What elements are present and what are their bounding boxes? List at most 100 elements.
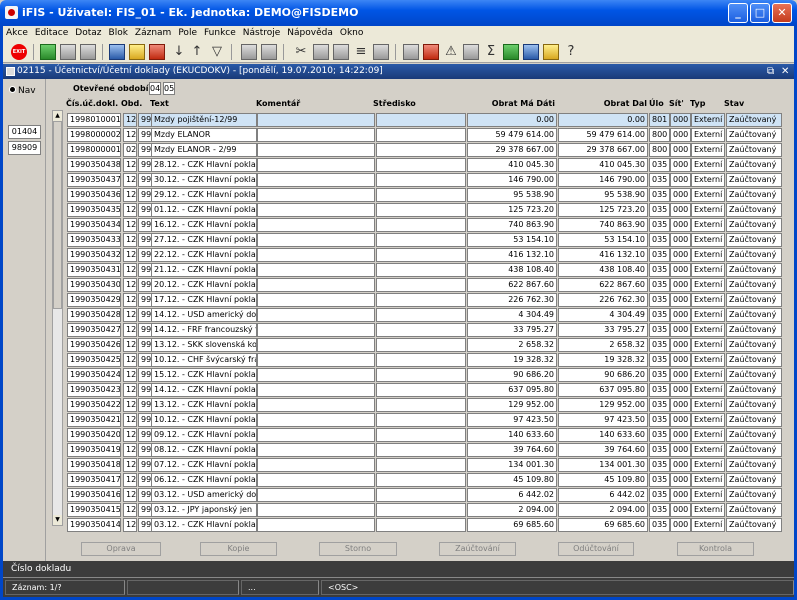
year-cell[interactable]: 99 <box>138 308 152 322</box>
credit-cell[interactable]: 125 723.20 <box>558 203 648 217</box>
year-cell[interactable]: 99 <box>138 128 152 142</box>
debit-cell[interactable]: 134 001.30 <box>467 458 557 472</box>
state-cell[interactable]: Zaúčtovaný <box>726 218 782 232</box>
state-cell[interactable]: Zaúčtovaný <box>726 503 782 517</box>
network-cell[interactable]: 000 <box>670 293 691 307</box>
state-cell[interactable]: Zaúčtovaný <box>726 308 782 322</box>
state-cell[interactable]: Zaúčtovaný <box>726 203 782 217</box>
state-cell[interactable]: Zaúčtovaný <box>726 473 782 487</box>
year-cell[interactable]: 99 <box>138 188 152 202</box>
text-cell[interactable]: 14.12. - CZK Hlavní poklad <box>151 383 257 397</box>
ledger-cell[interactable]: 035 <box>649 188 670 202</box>
table-row[interactable]: 1998000001 02 99 Mzdy ELANOR - 2/99 29 378 6… <box>3 143 794 158</box>
state-cell[interactable]: Zaúčtovaný <box>726 128 782 142</box>
period-cell[interactable]: 12 <box>123 473 137 487</box>
center-cell[interactable] <box>376 308 466 322</box>
center-cell[interactable] <box>376 173 466 187</box>
period-cell[interactable]: 12 <box>123 413 137 427</box>
center-cell[interactable] <box>376 443 466 457</box>
center-cell[interactable] <box>376 368 466 382</box>
state-cell[interactable]: Zaúčtovaný <box>726 248 782 262</box>
menu-funkce[interactable]: Funkce <box>201 26 240 41</box>
year-cell[interactable]: 99 <box>138 458 152 472</box>
debit-cell[interactable]: 140 633.60 <box>467 428 557 442</box>
doc-number-cell[interactable]: 1990350424 <box>67 368 121 382</box>
year-cell[interactable]: 99 <box>138 488 152 502</box>
type-cell[interactable]: Externí <box>691 203 725 217</box>
ledger-cell[interactable]: 035 <box>649 443 670 457</box>
period-cell[interactable]: 12 <box>123 278 137 292</box>
network-cell[interactable]: 000 <box>670 323 691 337</box>
center-cell[interactable] <box>376 458 466 472</box>
state-cell[interactable]: Zaúčtovaný <box>726 458 782 472</box>
text-cell[interactable]: 29.12. - CZK Hlavní poklad <box>151 188 257 202</box>
type-cell[interactable]: Externí <box>691 413 725 427</box>
table-row[interactable]: 1990350428 12 99 14.12. - USD americký dola… <box>3 308 794 323</box>
text-cell[interactable]: Mzdy pojištění-12/99 <box>151 113 257 127</box>
comment-cell[interactable] <box>257 218 375 232</box>
state-cell[interactable]: Zaúčtovaný <box>726 338 782 352</box>
table-row[interactable]: 1990350429 12 99 17.12. - CZK Hlavní poklad… <box>3 293 794 308</box>
menu-pole[interactable]: Pole <box>175 26 201 41</box>
menu-nastroje[interactable]: Nástroje <box>240 26 285 41</box>
ledger-cell[interactable]: 800 <box>649 128 670 142</box>
network-cell[interactable]: 000 <box>670 128 691 142</box>
credit-cell[interactable]: 4 304.49 <box>558 308 648 322</box>
doc-number-cell[interactable]: 1990350435 <box>67 203 121 217</box>
text-cell[interactable]: 06.12. - CZK Hlavní poklad <box>151 473 257 487</box>
menu-blok[interactable]: Blok <box>106 26 132 41</box>
text-cell[interactable]: 27.12. - CZK Hlavní poklad <box>151 233 257 247</box>
year-cell[interactable]: 99 <box>138 278 152 292</box>
state-cell[interactable]: Zaúčtovaný <box>726 143 782 157</box>
table-row[interactable]: 1990350426 12 99 13.12. - SKK slovenská kor… <box>3 338 794 353</box>
credit-cell[interactable]: 129 952.00 <box>558 398 648 412</box>
minimize-button[interactable]: _ <box>728 3 748 23</box>
list-icon[interactable]: ≡ <box>353 44 369 60</box>
period-value-2[interactable]: 05 <box>163 82 175 95</box>
type-cell[interactable]: Externí <box>691 173 725 187</box>
type-cell[interactable]: Externí <box>691 263 725 277</box>
debit-cell[interactable]: 19 328.32 <box>467 353 557 367</box>
kontrola-button[interactable]: Kontrola <box>677 542 754 556</box>
network-cell[interactable]: 000 <box>670 458 691 472</box>
doc-number-cell[interactable]: 1990350419 <box>67 443 121 457</box>
excel-icon[interactable] <box>503 44 519 60</box>
period-cell[interactable]: 12 <box>123 518 137 532</box>
table-row[interactable]: 1990350414 12 99 03.12. - CZK Hlavní poklad… <box>3 518 794 533</box>
doc-number-cell[interactable]: 1998010001 <box>67 113 121 127</box>
debit-cell[interactable]: 416 132.10 <box>467 248 557 262</box>
table-row[interactable]: 1990350432 12 99 22.12. - CZK Hlavní poklad… <box>3 248 794 263</box>
period-cell[interactable]: 12 <box>123 353 137 367</box>
state-cell[interactable]: Zaúčtovaný <box>726 518 782 532</box>
exit-icon[interactable]: EXIT <box>11 44 27 60</box>
doc-number-cell[interactable]: 1990350427 <box>67 323 121 337</box>
text-cell[interactable]: 14.12. - USD americký dola <box>151 308 257 322</box>
state-cell[interactable]: Zaúčtovaný <box>726 428 782 442</box>
table-row[interactable]: 1990350436 12 99 29.12. - CZK Hlavní poklad… <box>3 188 794 203</box>
network-cell[interactable]: 000 <box>670 203 691 217</box>
debit-cell[interactable]: 53 154.10 <box>467 233 557 247</box>
text-cell[interactable]: 20.12. - CZK Hlavní poklad <box>151 278 257 292</box>
doc-number-cell[interactable]: 1990350426 <box>67 338 121 352</box>
table-row[interactable]: 1990350427 12 99 14.12. - FRF francouzský f… <box>3 323 794 338</box>
debit-cell[interactable]: 2 094.00 <box>467 503 557 517</box>
type-cell[interactable]: Externí <box>691 368 725 382</box>
center-cell[interactable] <box>376 278 466 292</box>
type-cell[interactable]: Externí <box>691 518 725 532</box>
network-cell[interactable]: 000 <box>670 443 691 457</box>
add-record-icon[interactable] <box>40 44 56 60</box>
menu-dotaz[interactable]: Dotaz <box>72 26 105 41</box>
type-cell[interactable]: Externí <box>691 158 725 172</box>
type-cell[interactable]: Externí <box>691 338 725 352</box>
doc-number-cell[interactable]: 1990350438 <box>67 158 121 172</box>
period-cell[interactable]: 12 <box>123 113 137 127</box>
state-cell[interactable]: Zaúčtovaný <box>726 278 782 292</box>
doc-number-cell[interactable]: 1990350430 <box>67 278 121 292</box>
text-cell[interactable]: 01.12. - CZK Hlavní poklad <box>151 203 257 217</box>
state-cell[interactable]: Zaúčtovaný <box>726 368 782 382</box>
type-cell[interactable]: Externí <box>691 398 725 412</box>
network-cell[interactable]: 000 <box>670 428 691 442</box>
network-cell[interactable]: 000 <box>670 368 691 382</box>
network-cell[interactable]: 000 <box>670 263 691 277</box>
menu-editace[interactable]: Editace <box>32 26 72 41</box>
